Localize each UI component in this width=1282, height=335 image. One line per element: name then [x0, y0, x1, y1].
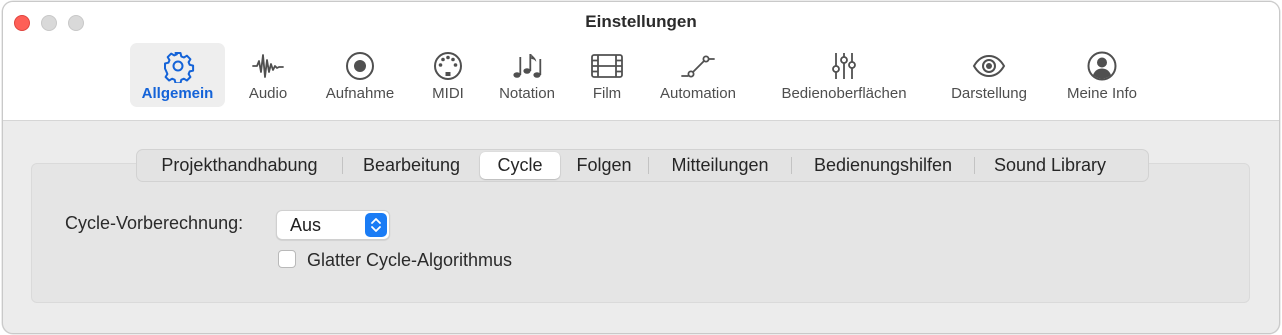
- chevron-up-down-icon: [365, 213, 387, 237]
- toolbar-item-label: Audio: [248, 85, 288, 102]
- film-strip-icon: [587, 49, 627, 83]
- tab-bar: Projekthandhabung Bearbeitung Cycle Folg…: [136, 149, 1149, 182]
- cycle-precalc-popup[interactable]: Aus: [276, 210, 390, 240]
- toolbar-item-allgemein[interactable]: Allgemein: [130, 43, 225, 107]
- tab-projekthandhabung[interactable]: Projekthandhabung: [137, 152, 342, 179]
- toolbar-item-notation[interactable]: Notation: [491, 43, 563, 107]
- tab-bedienungshilfen[interactable]: Bedienungshilfen: [792, 152, 974, 179]
- toolbar-item-audio[interactable]: Audio: [236, 43, 300, 107]
- window-title: Einstellungen: [585, 12, 697, 31]
- toolbar-item-label: Darstellung: [951, 85, 1027, 102]
- toolbar-item-label: Allgemein: [141, 85, 214, 102]
- tab-bearbeitung[interactable]: Bearbeitung: [343, 152, 480, 179]
- toolbar-item-darstellung[interactable]: Darstellung: [943, 43, 1035, 107]
- toolbar-item-automation[interactable]: Automation: [651, 43, 745, 107]
- automation-curve-icon: [651, 49, 745, 83]
- toolbar-item-midi[interactable]: MIDI: [423, 43, 473, 107]
- tab-cycle[interactable]: Cycle: [480, 152, 560, 179]
- cycle-precalc-label: Cycle-Vorberechnung:: [65, 213, 244, 233]
- record-icon: [317, 49, 403, 83]
- toolbar-item-label: MIDI: [432, 85, 464, 102]
- tab-mitteilungen[interactable]: Mitteilungen: [649, 152, 791, 179]
- toolbar-item-label: Aufnahme: [325, 85, 395, 102]
- toolbar-item-aufnahme[interactable]: Aufnahme: [317, 43, 403, 107]
- toolbar-item-label: Film: [592, 85, 622, 102]
- popup-value: Aus: [290, 215, 322, 235]
- music-notes-icon: [491, 49, 563, 83]
- gear-icon: [130, 49, 225, 83]
- smooth-cycle-checkbox[interactable]: [278, 250, 296, 268]
- toolbar: Einstellungen Allgemein Audio Aufnahme M…: [3, 2, 1279, 121]
- toolbar-item-film[interactable]: Film: [587, 43, 627, 107]
- toolbar-item-bedienoberflaechen[interactable]: Bedienoberflächen: [769, 43, 919, 107]
- smooth-cycle-label[interactable]: Glatter Cycle-Algorithmus: [307, 250, 512, 271]
- waveform-icon: [236, 49, 300, 83]
- toolbar-item-label: Automation: [660, 85, 736, 102]
- preferences-window: Einstellungen Allgemein Audio Aufnahme M…: [2, 1, 1280, 334]
- tab-folgen[interactable]: Folgen: [560, 152, 648, 179]
- midi-port-icon: [423, 49, 473, 83]
- toolbar-item-label: Notation: [499, 85, 555, 102]
- toolbar-item-meine-info[interactable]: Meine Info: [1059, 43, 1145, 107]
- sliders-icon: [769, 49, 919, 83]
- eye-icon: [943, 49, 1035, 83]
- person-circle-icon: [1059, 49, 1145, 83]
- tab-sound-library[interactable]: Sound Library: [975, 152, 1125, 179]
- toolbar-item-label: Bedienoberflächen: [781, 85, 907, 102]
- toolbar-item-label: Meine Info: [1066, 85, 1138, 102]
